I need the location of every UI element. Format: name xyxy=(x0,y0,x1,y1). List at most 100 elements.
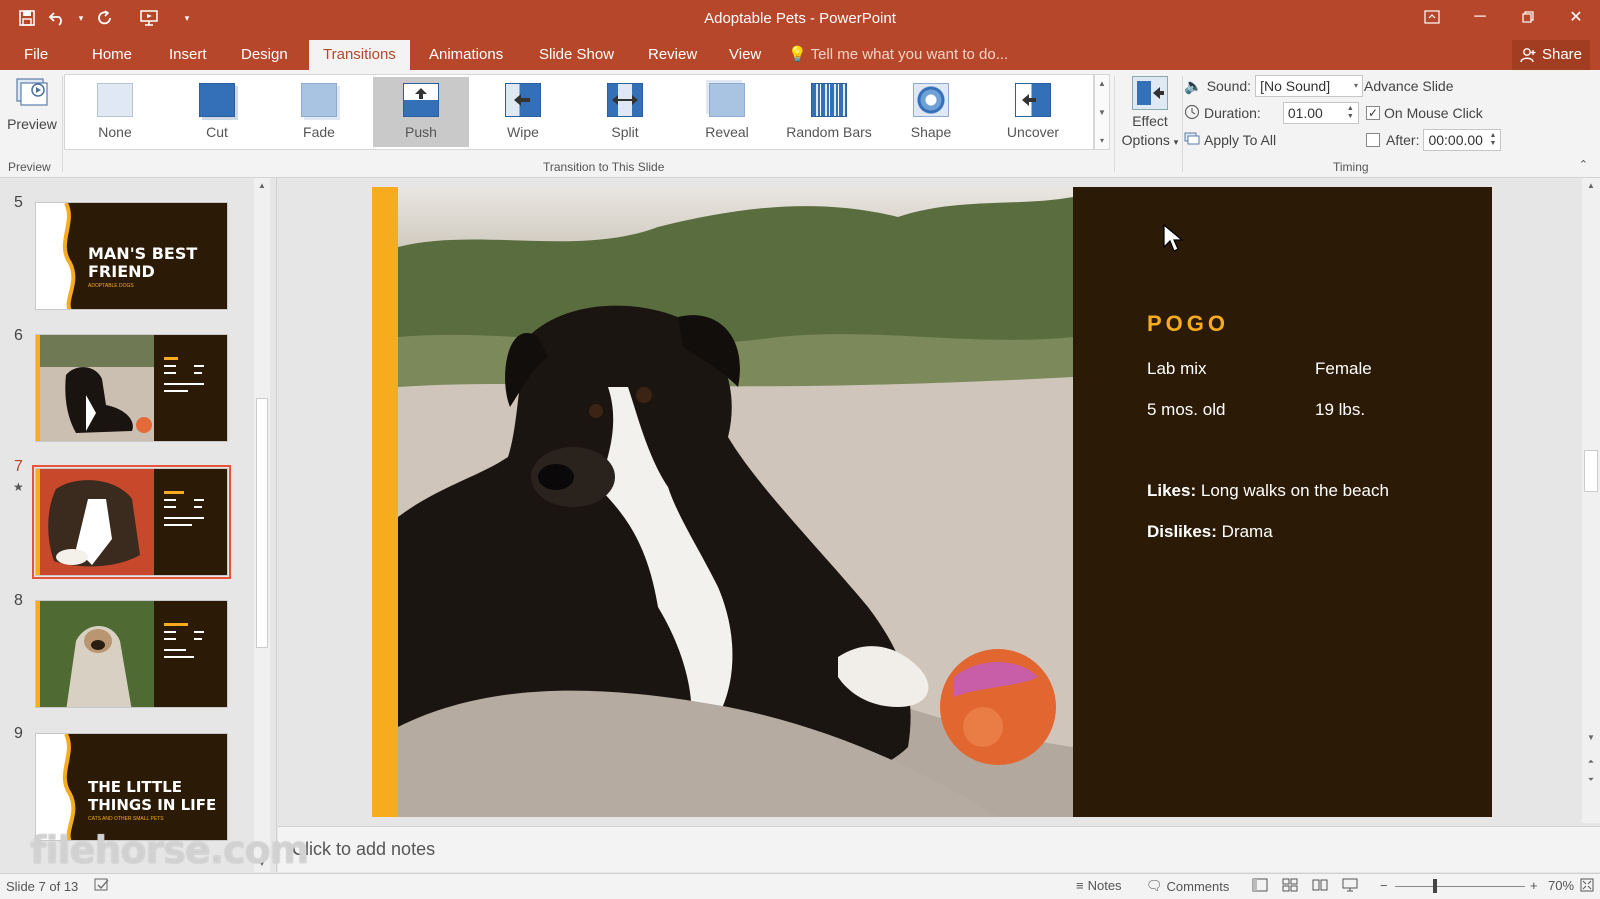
thumb-title-line1: MAN'S BEST xyxy=(88,244,198,263)
customize-qat-icon[interactable]: ▾ xyxy=(180,6,194,30)
slide-thumbnail-8[interactable] xyxy=(35,600,228,708)
notes-button[interactable]: ≡ Notes xyxy=(1076,878,1122,893)
zoom-slider-handle[interactable] xyxy=(1433,879,1437,893)
transition-none[interactable]: None xyxy=(67,77,163,147)
save-icon[interactable] xyxy=(14,6,40,30)
tab-insert[interactable]: Insert xyxy=(155,40,221,70)
next-slide-icon[interactable]: ⏷ xyxy=(1582,772,1600,788)
gallery-down-icon[interactable]: ▼ xyxy=(1098,108,1106,117)
comments-button[interactable]: 🗨 Comments xyxy=(1146,878,1229,894)
normal-view-icon[interactable] xyxy=(1252,878,1268,895)
chevron-down-icon: ▾ xyxy=(1173,137,1179,147)
restore-icon[interactable] xyxy=(1504,0,1552,34)
slide-thumbnail-9[interactable]: THE LITTLE THINGS IN LIFE CATS AND OTHER… xyxy=(35,733,228,841)
gallery-more-icon[interactable]: ▾ xyxy=(1100,136,1104,145)
comments-label: Comments xyxy=(1166,878,1230,894)
start-from-beginning-icon[interactable] xyxy=(136,6,162,30)
minimize-icon[interactable]: ─ xyxy=(1456,0,1504,34)
accent-bar xyxy=(372,187,398,817)
after-spinner[interactable]: ▲ ▼ xyxy=(1490,132,1497,148)
gallery-scroll[interactable]: ▲ ▼ ▾ xyxy=(1094,74,1110,150)
tab-animations[interactable]: Animations xyxy=(415,40,517,70)
thumbnail-number: 8 xyxy=(14,592,23,609)
thumbnail-scrollbar[interactable]: ▲ ▼ xyxy=(254,178,270,872)
fit-slide-icon[interactable] xyxy=(1580,878,1594,892)
transition-split[interactable]: Split xyxy=(577,77,673,147)
transition-fade-icon xyxy=(301,83,337,117)
spell-check-icon[interactable] xyxy=(94,878,110,895)
slide-sorter-icon[interactable] xyxy=(1282,878,1298,895)
transition-reveal[interactable]: Reveal xyxy=(679,77,775,147)
on-mouse-click-check[interactable]: ✓ xyxy=(1366,106,1380,120)
after-row: After: 00:00.00 ▲ ▼ xyxy=(1366,128,1502,152)
transition-uncover[interactable]: Uncover xyxy=(985,77,1081,147)
transition-uncover-label: Uncover xyxy=(1006,124,1060,140)
thumb-title: MAN'S BEST FRIEND xyxy=(88,245,197,281)
tell-me-search[interactable]: 💡 Tell me what you want to do... xyxy=(788,40,1008,70)
scroll-up-icon[interactable]: ▲ xyxy=(254,178,270,194)
tab-view[interactable]: View xyxy=(715,40,775,70)
current-slide[interactable]: POGO Lab mix Female 5 mos. old 19 lbs. L… xyxy=(372,187,1492,817)
zoom-out-button[interactable]: − xyxy=(1380,878,1388,893)
dislikes-label: Dislikes: xyxy=(1147,522,1217,541)
sound-select[interactable]: [No Sound] ▾ xyxy=(1255,75,1364,97)
after-input[interactable]: 00:00.00 ▲ ▼ xyxy=(1423,129,1502,151)
close-icon[interactable]: ✕ xyxy=(1552,0,1600,34)
transition-random-bars[interactable]: Random Bars xyxy=(781,77,877,147)
transition-cut[interactable]: Cut xyxy=(169,77,265,147)
transition-reveal-icon xyxy=(709,83,745,117)
zoom-slider[interactable] xyxy=(1395,886,1525,887)
slide-counter-text: Slide 7 of 13 xyxy=(6,879,79,894)
zoom-in-button[interactable]: + xyxy=(1530,878,1538,893)
transition-split-label: Split xyxy=(611,124,639,140)
slide-thumbnail-6[interactable] xyxy=(35,334,228,442)
status-bar: Slide 7 of 13 ≡ Notes 🗨 Comments − + 70% xyxy=(0,873,1600,899)
preview-button[interactable]: Preview xyxy=(4,74,60,154)
tab-design[interactable]: Design xyxy=(227,40,302,70)
redo-icon[interactable] xyxy=(92,6,118,30)
tab-review[interactable]: Review xyxy=(634,40,711,70)
slide-thumbnail-5[interactable]: MAN'S BEST FRIEND ADOPTABLE DOGS xyxy=(35,202,228,310)
effect-options-button[interactable]: Effect Options ▾ xyxy=(1118,74,1182,158)
zoom-level[interactable]: 70% xyxy=(1548,878,1574,893)
collapse-ribbon-icon[interactable]: ⌃ xyxy=(1579,158,1588,171)
transition-wipe[interactable]: Wipe xyxy=(475,77,571,147)
ribbon-display-options-icon[interactable] xyxy=(1408,0,1456,34)
duration-input[interactable]: 01.00 ▲ ▼ xyxy=(1282,102,1359,124)
reading-view-icon[interactable] xyxy=(1312,878,1328,895)
scroll-down-icon[interactable]: ▼ xyxy=(1582,730,1600,746)
notes-pane[interactable]: Click to add notes xyxy=(278,826,1600,872)
transition-shape[interactable]: Shape xyxy=(883,77,979,147)
preview-icon xyxy=(14,76,50,110)
undo-dropdown-icon[interactable]: ▾ xyxy=(74,6,88,30)
slide-scrollbar[interactable]: ▲ ▼ ⏶ ⏷ xyxy=(1582,178,1600,823)
transition-none-icon xyxy=(97,83,133,117)
puppy-photo[interactable] xyxy=(398,187,1073,817)
scroll-up-icon[interactable]: ▲ xyxy=(1582,178,1600,194)
tab-file[interactable]: File xyxy=(10,40,62,70)
scrollbar-thumb[interactable] xyxy=(1584,450,1598,492)
tab-transitions[interactable]: Transitions xyxy=(309,40,410,70)
tab-home[interactable]: Home xyxy=(78,40,146,70)
slide-show-icon[interactable] xyxy=(1342,878,1358,895)
transition-random-bars-label: Random Bars xyxy=(786,124,872,140)
undo-icon[interactable] xyxy=(44,6,70,30)
apply-all-button[interactable]: Apply To All xyxy=(1184,128,1276,152)
slide-thumbnail-7[interactable] xyxy=(32,465,231,579)
transition-fade[interactable]: Fade xyxy=(271,77,367,147)
transition-push[interactable]: Push xyxy=(373,77,469,147)
gallery-up-icon[interactable]: ▲ xyxy=(1098,79,1106,88)
window-controls: ─ ✕ xyxy=(1408,0,1600,34)
pet-name: POGO xyxy=(1147,311,1230,336)
group-separator xyxy=(1114,76,1115,172)
share-button[interactable]: Share xyxy=(1511,40,1590,70)
effect-options-icon xyxy=(1132,76,1168,110)
after-checkbox[interactable] xyxy=(1366,133,1380,147)
previous-slide-icon[interactable]: ⏶ xyxy=(1582,754,1600,770)
slide-counter: Slide 7 of 13 xyxy=(6,878,110,895)
duration-spinner[interactable]: ▲ ▼ xyxy=(1347,105,1354,121)
scrollbar-thumb[interactable] xyxy=(256,398,268,648)
likes-value: Long walks on the beach xyxy=(1196,481,1389,500)
tab-slide-show[interactable]: Slide Show xyxy=(525,40,628,70)
on-mouse-click-checkbox[interactable]: ✓ On Mouse Click xyxy=(1366,101,1483,125)
